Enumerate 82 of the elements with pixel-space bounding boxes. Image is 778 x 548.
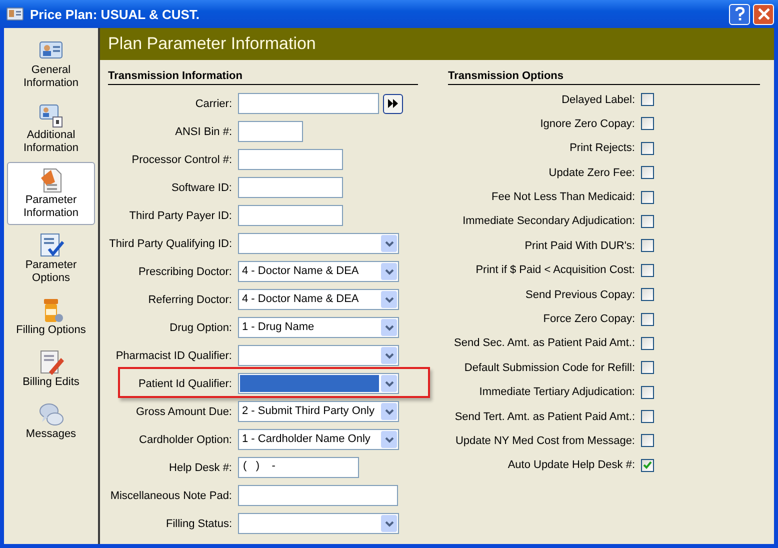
option-label: Print Paid With DUR's: (524, 240, 636, 252)
option-label: Immediate Tertiary Adjudication: (479, 386, 636, 398)
window-title: Price Plan: USUAL & CUST. (30, 6, 201, 22)
field-label: Carrier: (194, 98, 233, 110)
dropdown[interactable]: 4 - Doctor Name & DEA (238, 261, 399, 282)
checkbox[interactable] (641, 264, 654, 277)
checkbox[interactable] (641, 239, 654, 252)
option-label: Send Previous Copay: (526, 288, 636, 301)
option-label: Update NY Med Cost from Message: (455, 434, 636, 447)
field-label: Third Party Payer ID: (128, 210, 233, 222)
panel-title: Plan Parameter Information (108, 34, 316, 54)
option-label: Update Zero Fee: (548, 166, 636, 179)
field-label: Cardholder Option: (138, 434, 233, 446)
checkbox[interactable] (641, 166, 654, 180)
field-label: Third Party Qualifying ID: (108, 238, 233, 250)
help-button[interactable] (729, 4, 750, 24)
checkbox[interactable] (641, 386, 654, 399)
option-label: Send Sec. Amt. as Patient Paid Amt.: (454, 337, 636, 350)
input-field[interactable] (238, 121, 303, 142)
option-label: Delayed Label: (562, 94, 636, 106)
field-label: Help Desk #: (168, 462, 233, 474)
input-field[interactable] (238, 177, 343, 198)
fast-forward-icon (388, 99, 398, 108)
sidebar-item[interactable]: Billing Edits (7, 344, 95, 394)
dropdown[interactable] (238, 373, 399, 394)
sidebar-item[interactable]: Parameter Options (7, 227, 95, 290)
input-field[interactable] (238, 205, 343, 226)
option-label: Immediate Secondary Adjudication: (462, 215, 636, 228)
dropdown[interactable] (238, 345, 399, 366)
field-label: Referring Doctor: (147, 294, 233, 306)
field-label: Prescribing Doctor: (137, 266, 233, 278)
option-label: Auto Update Help Desk #: (508, 459, 636, 472)
input-field[interactable] (238, 149, 343, 170)
option-label: Print Rejects: (570, 142, 636, 154)
field-label: Miscellaneous Note Pad: (109, 490, 233, 502)
window-icon (6, 6, 24, 22)
sidebar-item[interactable]: Filling Options (7, 292, 95, 342)
input-field[interactable] (238, 485, 398, 506)
checkbox[interactable] (641, 288, 654, 302)
lookup-button[interactable] (383, 94, 403, 114)
dropdown[interactable]: 1 - Cardholder Name Only (238, 429, 399, 450)
checkbox[interactable] (641, 410, 654, 424)
dropdown[interactable]: 1 - Drug Name (238, 317, 399, 338)
sidebar-item[interactable]: Messages (7, 396, 95, 446)
field-label: Drug Option: (168, 322, 233, 334)
option-label: Print if $ Paid < Acquisition Cost: (476, 264, 636, 276)
checkbox[interactable] (641, 361, 654, 374)
checkbox[interactable] (641, 214, 654, 228)
dropdown[interactable] (238, 233, 399, 254)
option-label: Force Zero Copay: (543, 313, 636, 326)
help-icon (734, 7, 744, 21)
close-button[interactable] (753, 4, 774, 24)
sidebar-item[interactable]: General Information (7, 32, 95, 95)
field-label: Gross Amount Due: (135, 406, 233, 418)
checkbox[interactable] (641, 458, 654, 472)
field-label: ANSI Bin #: (174, 126, 233, 138)
checkbox[interactable] (641, 142, 654, 155)
close-icon (758, 8, 770, 20)
section-title: Transmission Information (108, 70, 418, 85)
field-label: Filling Status: (164, 518, 233, 530)
field-label: Software ID: (170, 182, 233, 194)
input-field[interactable] (238, 93, 379, 114)
checkbox[interactable] (641, 93, 654, 106)
checkbox[interactable] (641, 312, 654, 326)
checkbox[interactable] (641, 336, 654, 350)
option-label: Fee Not Less Than Medicaid: (492, 191, 636, 204)
dropdown[interactable]: 2 - Submit Third Party Only (238, 401, 399, 422)
field-label: Processor Control #: (130, 154, 233, 166)
section-title: Transmission Options (448, 70, 760, 85)
option-label: Default Submission Code for Refill: (464, 362, 636, 374)
field-label: Patient Id Qualifier: (137, 378, 233, 390)
checkbox[interactable] (641, 434, 654, 448)
field-label: Pharmacist ID Qualifier: (114, 350, 233, 362)
sidebar-item[interactable]: Parameter Information (7, 162, 95, 225)
sidebar-item[interactable]: Additional Information (7, 97, 95, 160)
input-field[interactable]: ( ) - (238, 457, 359, 478)
option-label: Ignore Zero Copay: (540, 118, 636, 130)
checkbox[interactable] (641, 117, 654, 130)
dropdown[interactable]: 4 - Doctor Name & DEA (238, 289, 399, 310)
dropdown[interactable] (238, 513, 399, 534)
option-label: Send Tert. Amt. as Patient Paid Amt.: (454, 410, 636, 423)
checkbox[interactable] (641, 190, 654, 204)
